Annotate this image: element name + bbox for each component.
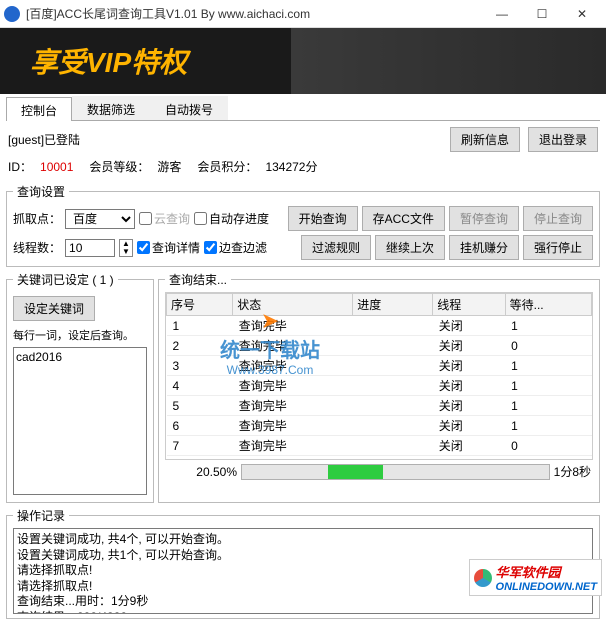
save-acc-button[interactable]: 存ACC文件 bbox=[362, 206, 445, 231]
col-seq[interactable]: 序号 bbox=[167, 294, 233, 316]
detail-checkbox[interactable] bbox=[137, 241, 150, 254]
progress-bar bbox=[241, 464, 550, 480]
col-status[interactable]: 状态 bbox=[233, 294, 353, 316]
id-label: ID： bbox=[8, 158, 32, 175]
minimize-button[interactable]: — bbox=[482, 0, 522, 28]
points-value: 134272分 bbox=[265, 158, 317, 175]
spinner-icon[interactable]: ▲▼ bbox=[119, 239, 133, 257]
status-row: [guest]已登陆 刷新信息 退出登录 bbox=[6, 121, 600, 158]
auto-save-label: 自动存进度 bbox=[209, 210, 269, 227]
tab-filter[interactable]: 数据筛选 bbox=[72, 96, 150, 120]
start-query-button[interactable]: 开始查询 bbox=[288, 206, 358, 231]
stop-query-button[interactable]: 停止查询 bbox=[523, 206, 593, 231]
keywords-group: 关键词已设定 ( 1 ) 设定关键词 每行一词，设定后查询。 cad2016 bbox=[6, 271, 154, 503]
auto-save-checkbox[interactable] bbox=[194, 212, 207, 225]
col-wait[interactable]: 等待... bbox=[505, 294, 591, 316]
table-row[interactable]: 5查询完毕关闭1 bbox=[167, 396, 592, 416]
table-row[interactable]: 6查询完毕关闭1 bbox=[167, 416, 592, 436]
query-settings-group: 查询设置 抓取点： 百度 云查询 自动存进度 开始查询 存ACC文件 暂停查询 … bbox=[6, 183, 600, 267]
points-label: 会员积分： bbox=[197, 158, 257, 175]
tab-console[interactable]: 控制台 bbox=[6, 97, 72, 121]
cloud-query-checkbox[interactable] bbox=[139, 212, 152, 225]
table-row[interactable]: 8查询完毕关闭1 bbox=[167, 456, 592, 461]
col-thread[interactable]: 线程 bbox=[433, 294, 505, 316]
edge-checkbox[interactable] bbox=[204, 241, 217, 254]
table-row[interactable]: 3查询完毕关闭1 bbox=[167, 356, 592, 376]
bottom-logo-title: 华军软件园 bbox=[496, 562, 597, 581]
close-button[interactable]: ✕ bbox=[562, 0, 602, 28]
refresh-button[interactable]: 刷新信息 bbox=[450, 127, 520, 152]
keywords-legend: 关键词已设定 ( 1 ) bbox=[13, 271, 118, 288]
keywords-hint: 每行一词，设定后查询。 bbox=[13, 327, 147, 343]
vip-banner: 享受VIP特权 bbox=[0, 28, 606, 94]
login-status: [guest]已登陆 bbox=[8, 131, 80, 148]
id-value: 10001 bbox=[40, 160, 73, 174]
set-keywords-button[interactable]: 设定关键词 bbox=[13, 296, 95, 321]
tabs: 控制台 数据筛选 自动拨号 bbox=[6, 96, 600, 121]
col-progress[interactable]: 进度 bbox=[353, 294, 433, 316]
maximize-button[interactable]: ☐ bbox=[522, 0, 562, 28]
grab-select[interactable]: 百度 bbox=[65, 209, 135, 229]
query-settings-legend: 查询设置 bbox=[13, 183, 69, 200]
thread-input[interactable] bbox=[65, 239, 115, 257]
results-table: 序号 状态 进度 线程 等待... 1查询完毕关闭12查询完毕关闭03查询完毕关… bbox=[166, 293, 592, 460]
cloud-query-label: 云查询 bbox=[154, 210, 190, 227]
afk-button[interactable]: 挂机赚分 bbox=[449, 235, 519, 260]
thread-label: 线程数： bbox=[13, 239, 61, 256]
table-row[interactable]: 7查询完毕关闭0 bbox=[167, 436, 592, 456]
globe-icon bbox=[474, 569, 492, 587]
level-label: 会员等级： bbox=[89, 158, 149, 175]
status-row-2: ID： 10001 会员等级： 游客 会员积分： 134272分 bbox=[6, 158, 600, 181]
continue-button[interactable]: 继续上次 bbox=[375, 235, 445, 260]
bottom-logo: 华军软件园 ONLINEDOWN.NET bbox=[469, 559, 602, 596]
titlebar: [百度]ACC长尾词查询工具V1.01 By www.aichaci.com —… bbox=[0, 0, 606, 28]
edge-label: 边查边滤 bbox=[219, 239, 267, 256]
table-row[interactable]: 2查询完毕关闭0 bbox=[167, 336, 592, 356]
progress-time: 1分8秒 bbox=[554, 463, 591, 480]
filter-rule-button[interactable]: 过滤规则 bbox=[301, 235, 371, 260]
table-row[interactable]: 1查询完毕关闭1 bbox=[167, 316, 592, 336]
progress-percent: 20.50% bbox=[167, 465, 237, 479]
level-value: 游客 bbox=[157, 158, 181, 175]
progress-row: 20.50% 1分8秒 bbox=[165, 460, 593, 483]
keywords-textarea[interactable]: cad2016 bbox=[13, 347, 147, 495]
detail-label: 查询详情 bbox=[152, 239, 200, 256]
results-table-wrap[interactable]: 序号 状态 进度 线程 等待... 1查询完毕关闭12查询完毕关闭03查询完毕关… bbox=[165, 292, 593, 460]
log-legend: 操作记录 bbox=[13, 507, 69, 524]
window-title: [百度]ACC长尾词查询工具V1.01 By www.aichaci.com bbox=[26, 5, 482, 22]
results-legend: 查询结束... bbox=[165, 271, 231, 288]
table-row[interactable]: 4查询完毕关闭1 bbox=[167, 376, 592, 396]
pause-query-button[interactable]: 暂停查询 bbox=[449, 206, 519, 231]
results-group: 查询结束... 序号 状态 进度 线程 等待... 1查询完毕关闭12查询完毕关… bbox=[158, 271, 600, 503]
tab-dial[interactable]: 自动拨号 bbox=[150, 96, 228, 120]
app-icon bbox=[4, 6, 20, 22]
logout-button[interactable]: 退出登录 bbox=[528, 127, 598, 152]
force-stop-button[interactable]: 强行停止 bbox=[523, 235, 593, 260]
bottom-logo-url: ONLINEDOWN.NET bbox=[496, 581, 597, 593]
vip-text: 享受VIP特权 bbox=[30, 41, 187, 81]
grab-label: 抓取点： bbox=[13, 210, 61, 227]
